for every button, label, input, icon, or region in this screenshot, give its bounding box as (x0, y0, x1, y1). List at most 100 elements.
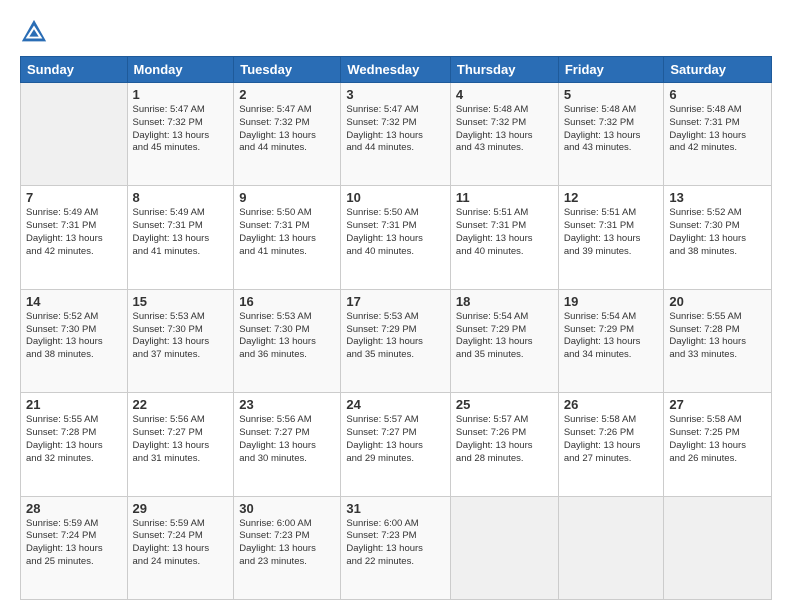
day-cell: 13 Sunrise: 5:52 AM Sunset: 7:30 PM Dayli… (664, 186, 772, 289)
day-cell (664, 496, 772, 599)
col-header-friday: Friday (558, 57, 664, 83)
day-info: Sunrise: 5:50 AM Sunset: 7:31 PM Dayligh… (346, 207, 445, 258)
col-header-thursday: Thursday (450, 57, 558, 83)
day-number: 14 (26, 294, 122, 309)
day-info: Sunrise: 5:51 AM Sunset: 7:31 PM Dayligh… (564, 207, 659, 258)
day-info: Sunrise: 5:53 AM Sunset: 7:30 PM Dayligh… (133, 311, 229, 362)
day-cell: 21 Sunrise: 5:55 AM Sunset: 7:28 PM Dayli… (21, 393, 128, 496)
day-number: 2 (239, 87, 335, 102)
day-number: 29 (133, 501, 229, 516)
day-cell: 4 Sunrise: 5:48 AM Sunset: 7:32 PM Daylig… (450, 83, 558, 186)
day-number: 25 (456, 397, 553, 412)
col-header-monday: Monday (127, 57, 234, 83)
day-cell: 14 Sunrise: 5:52 AM Sunset: 7:30 PM Dayli… (21, 289, 128, 392)
day-info: Sunrise: 5:54 AM Sunset: 7:29 PM Dayligh… (564, 311, 659, 362)
day-info: Sunrise: 5:55 AM Sunset: 7:28 PM Dayligh… (26, 414, 122, 465)
day-cell: 23Sunrise: 5:56 AM Sunset: 7:27 PM Dayli… (234, 393, 341, 496)
day-cell: 28 Sunrise: 5:59 AM Sunset: 7:24 PM Dayli… (21, 496, 128, 599)
day-number: 28 (26, 501, 122, 516)
day-cell: 24 Sunrise: 5:57 AM Sunset: 7:27 PM Dayli… (341, 393, 451, 496)
day-cell: 12 Sunrise: 5:51 AM Sunset: 7:31 PM Dayli… (558, 186, 664, 289)
day-info: Sunrise: 5:59 AM Sunset: 7:24 PM Dayligh… (26, 518, 122, 569)
day-number: 13 (669, 190, 766, 205)
day-number: 30 (239, 501, 335, 516)
day-cell: 19 Sunrise: 5:54 AM Sunset: 7:29 PM Dayli… (558, 289, 664, 392)
logo-icon (20, 18, 48, 46)
day-number: 7 (26, 190, 122, 205)
day-number: 24 (346, 397, 445, 412)
day-number: 8 (133, 190, 229, 205)
page: SundayMondayTuesdayWednesdayThursdayFrid… (0, 0, 792, 612)
day-info: Sunrise: 5:52 AM Sunset: 7:30 PM Dayligh… (26, 311, 122, 362)
day-cell: 25 Sunrise: 5:57 AM Sunset: 7:26 PM Dayli… (450, 393, 558, 496)
week-row-1: 1 Sunrise: 5:47 AM Sunset: 7:32 PM Daylig… (21, 83, 772, 186)
day-number: 20 (669, 294, 766, 309)
day-cell: 2Sunrise: 5:47 AM Sunset: 7:32 PM Daylig… (234, 83, 341, 186)
day-cell: 31 Sunrise: 6:00 AM Sunset: 7:23 PM Dayli… (341, 496, 451, 599)
day-number: 10 (346, 190, 445, 205)
day-cell: 17Sunrise: 5:53 AM Sunset: 7:29 PM Dayli… (341, 289, 451, 392)
day-info: Sunrise: 5:48 AM Sunset: 7:32 PM Dayligh… (564, 104, 659, 155)
day-number: 19 (564, 294, 659, 309)
logo (20, 18, 50, 46)
day-info: Sunrise: 5:47 AM Sunset: 7:32 PM Dayligh… (133, 104, 229, 155)
day-info: Sunrise: 5:48 AM Sunset: 7:32 PM Dayligh… (456, 104, 553, 155)
day-info: Sunrise: 5:56 AM Sunset: 7:27 PM Dayligh… (133, 414, 229, 465)
day-number: 12 (564, 190, 659, 205)
day-number: 22 (133, 397, 229, 412)
day-info: Sunrise: 5:49 AM Sunset: 7:31 PM Dayligh… (133, 207, 229, 258)
day-info: Sunrise: 5:58 AM Sunset: 7:26 PM Dayligh… (564, 414, 659, 465)
day-cell: 3 Sunrise: 5:47 AM Sunset: 7:32 PM Daylig… (341, 83, 451, 186)
day-number: 26 (564, 397, 659, 412)
calendar-table: SundayMondayTuesdayWednesdayThursdayFrid… (20, 56, 772, 600)
day-number: 15 (133, 294, 229, 309)
day-cell: 1 Sunrise: 5:47 AM Sunset: 7:32 PM Daylig… (127, 83, 234, 186)
col-header-sunday: Sunday (21, 57, 128, 83)
calendar: SundayMondayTuesdayWednesdayThursdayFrid… (20, 56, 772, 600)
day-info: Sunrise: 5:57 AM Sunset: 7:26 PM Dayligh… (456, 414, 553, 465)
day-cell (21, 83, 128, 186)
day-cell: 30 Sunrise: 6:00 AM Sunset: 7:23 PM Dayli… (234, 496, 341, 599)
col-header-wednesday: Wednesday (341, 57, 451, 83)
day-cell: 15 Sunrise: 5:53 AM Sunset: 7:30 PM Dayli… (127, 289, 234, 392)
day-number: 16 (239, 294, 335, 309)
day-cell: 11Sunrise: 5:51 AM Sunset: 7:31 PM Dayli… (450, 186, 558, 289)
week-row-5: 28 Sunrise: 5:59 AM Sunset: 7:24 PM Dayli… (21, 496, 772, 599)
day-number: 5 (564, 87, 659, 102)
day-number: 9 (239, 190, 335, 205)
col-header-tuesday: Tuesday (234, 57, 341, 83)
day-info: Sunrise: 5:48 AM Sunset: 7:31 PM Dayligh… (669, 104, 766, 155)
day-info: Sunrise: 5:55 AM Sunset: 7:28 PM Dayligh… (669, 311, 766, 362)
day-info: Sunrise: 6:00 AM Sunset: 7:23 PM Dayligh… (346, 518, 445, 569)
day-cell: 10 Sunrise: 5:50 AM Sunset: 7:31 PM Dayli… (341, 186, 451, 289)
day-cell: 16 Sunrise: 5:53 AM Sunset: 7:30 PM Dayli… (234, 289, 341, 392)
day-number: 27 (669, 397, 766, 412)
day-info: Sunrise: 5:51 AM Sunset: 7:31 PM Dayligh… (456, 207, 553, 258)
day-cell: 27Sunrise: 5:58 AM Sunset: 7:25 PM Dayli… (664, 393, 772, 496)
col-header-saturday: Saturday (664, 57, 772, 83)
day-info: Sunrise: 5:47 AM Sunset: 7:32 PM Dayligh… (346, 104, 445, 155)
day-info: Sunrise: 5:52 AM Sunset: 7:30 PM Dayligh… (669, 207, 766, 258)
day-info: Sunrise: 5:53 AM Sunset: 7:30 PM Dayligh… (239, 311, 335, 362)
day-number: 1 (133, 87, 229, 102)
day-number: 18 (456, 294, 553, 309)
day-info: Sunrise: 5:59 AM Sunset: 7:24 PM Dayligh… (133, 518, 229, 569)
day-cell: 20 Sunrise: 5:55 AM Sunset: 7:28 PM Dayli… (664, 289, 772, 392)
day-number: 3 (346, 87, 445, 102)
day-number: 4 (456, 87, 553, 102)
day-info: Sunrise: 6:00 AM Sunset: 7:23 PM Dayligh… (239, 518, 335, 569)
day-number: 31 (346, 501, 445, 516)
calendar-header: SundayMondayTuesdayWednesdayThursdayFrid… (21, 57, 772, 83)
day-info: Sunrise: 5:56 AM Sunset: 7:27 PM Dayligh… (239, 414, 335, 465)
day-number: 6 (669, 87, 766, 102)
day-cell: 8 Sunrise: 5:49 AM Sunset: 7:31 PM Daylig… (127, 186, 234, 289)
day-number: 17 (346, 294, 445, 309)
header-row: SundayMondayTuesdayWednesdayThursdayFrid… (21, 57, 772, 83)
day-info: Sunrise: 5:57 AM Sunset: 7:27 PM Dayligh… (346, 414, 445, 465)
day-cell: 29 Sunrise: 5:59 AM Sunset: 7:24 PM Dayli… (127, 496, 234, 599)
day-number: 21 (26, 397, 122, 412)
day-cell: 9Sunrise: 5:50 AM Sunset: 7:31 PM Daylig… (234, 186, 341, 289)
day-cell (558, 496, 664, 599)
day-cell: 7Sunrise: 5:49 AM Sunset: 7:31 PM Daylig… (21, 186, 128, 289)
day-cell: 6 Sunrise: 5:48 AM Sunset: 7:31 PM Daylig… (664, 83, 772, 186)
